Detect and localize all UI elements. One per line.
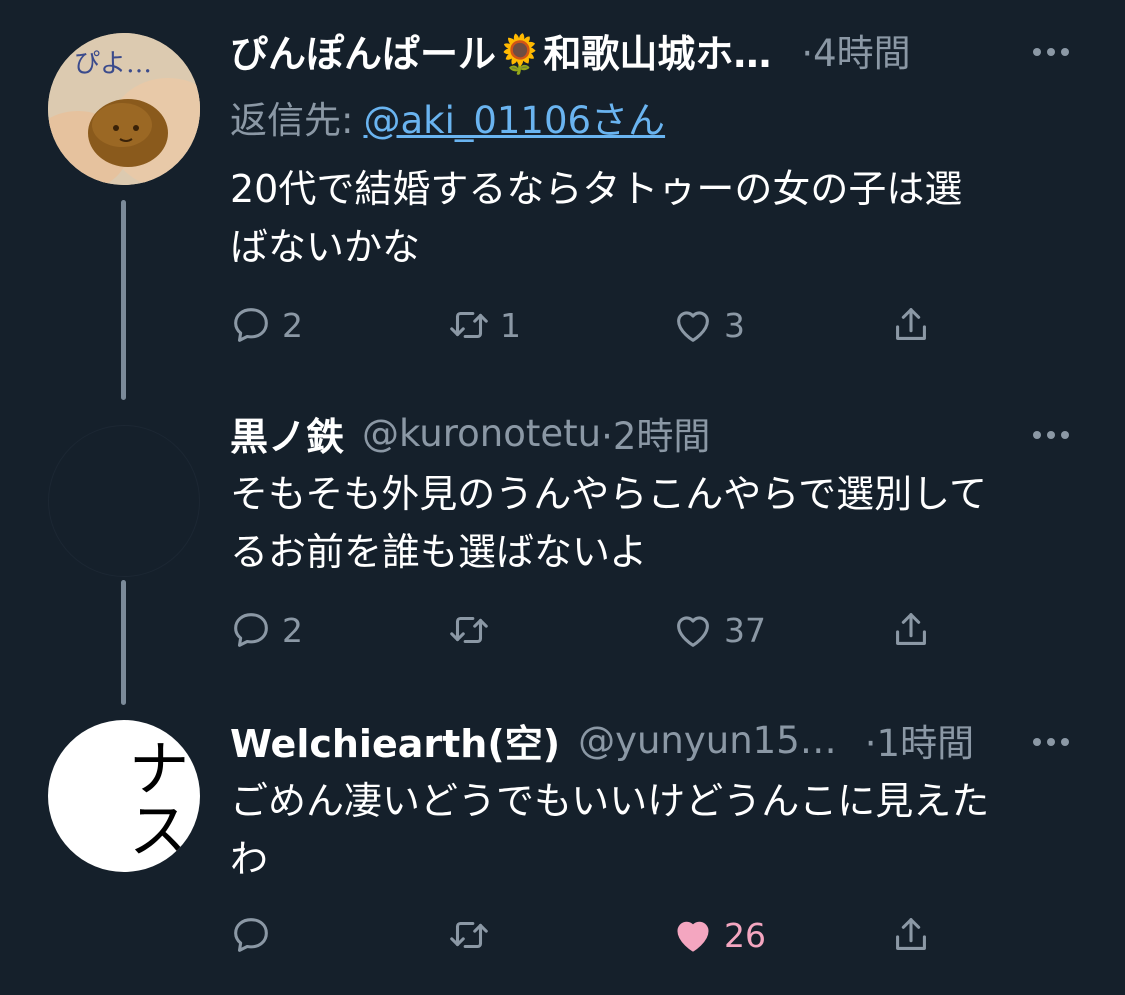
timestamp[interactable]: ·4時間 [801,23,910,77]
avatar-caption: ぴよ… [74,49,153,79]
display-name[interactable]: 黒ノ鉄 [230,406,344,461]
reply-handle-link[interactable]: @aki_01106さん [363,99,665,142]
reply-button[interactable]: 2 [228,297,303,353]
reply-icon [234,918,268,952]
retweet-count: 1 [500,305,521,345]
tweet-text-line: ばないかな [230,225,421,269]
tweet-header: 黒ノ鉄 @kuronotetu ·2時間 [230,403,710,463]
tweet-header: Welchiearth(空) @yunyun15… ·1時間 [230,710,974,770]
share-button[interactable] [888,602,934,658]
reply-icon [234,613,268,647]
avatar-text: ナス [117,735,190,860]
tweet-actions: 2 1 3 [228,297,948,353]
share-icon [896,613,926,645]
reply-to: 返信先: @aki_01106さん [230,90,665,144]
avatar[interactable]: ナス [48,720,200,872]
heart-icon [677,616,709,647]
like-count: 26 [724,915,766,955]
display-name[interactable]: ぴんぽんぱール🌻和歌山城ホ… [230,23,771,78]
tweet-text: 20代で結婚するならタトゥーの女の子は選 ばないかな [230,160,962,276]
retweet-button[interactable] [446,907,492,963]
tweet-actions: 2 37 [228,602,948,658]
retweet-icon [450,311,488,339]
tweet-text-line: るお前を誰も選ばないよ [230,530,648,574]
tweet-text-line: そもそも外見のうんやらこんやらで選別して [230,472,987,516]
retweet-icon [450,921,488,949]
more-icon[interactable] [1029,722,1073,762]
reply-prefix: 返信先: [230,99,354,142]
more-icon[interactable] [1029,32,1073,72]
retweet-button[interactable] [446,602,492,658]
tweet-text: ごめん凄いどうでもいいけどうんこに見えた わ [230,772,989,888]
user-handle[interactable]: @yunyun15… [578,719,837,762]
like-button[interactable]: 3 [670,297,745,353]
share-button[interactable] [888,907,934,963]
heart-icon [677,311,709,342]
timestamp[interactable]: ·2時間 [601,406,710,460]
display-name[interactable]: Welchiearth(空) [230,713,560,768]
user-handle[interactable]: @kuronotetu [362,412,601,455]
timestamp[interactable]: ·1時間 [865,713,974,767]
thread-line-2 [121,580,126,705]
retweet-icon [450,616,488,644]
more-icon[interactable] [1029,415,1073,455]
reply-count: 2 [282,610,303,650]
avatar[interactable] [48,425,200,577]
reply-button[interactable]: 2 [228,602,303,658]
like-button[interactable]: 26 [670,907,766,963]
share-icon [896,918,926,950]
share-icon [896,308,926,340]
tweet-text-line: 20代で結婚するならタトゥーの女の子は選 [230,167,963,211]
reply-button[interactable] [228,907,274,963]
like-count: 37 [724,610,766,650]
avatar[interactable]: ぴよ… [48,33,200,185]
tweet-text-line: ごめん凄いどうでもいいけどうんこに見えた [230,779,990,823]
share-button[interactable] [888,297,934,353]
reply-icon [234,308,268,342]
tweet-text-line: わ [230,837,269,881]
like-count: 3 [724,305,745,345]
heart-filled-icon [677,921,709,952]
like-button[interactable]: 37 [670,602,766,658]
thread-line-1 [121,200,126,400]
tweet-text: そもそも外見のうんやらこんやらで選別して るお前を誰も選ばないよ [230,465,987,581]
tweet-header: ぴんぽんぱール🌻和歌山城ホ… ·4時間 [230,20,911,80]
retweet-button[interactable]: 1 [446,297,521,353]
reply-count: 2 [282,305,303,345]
tweet-actions: 26 [228,907,948,963]
